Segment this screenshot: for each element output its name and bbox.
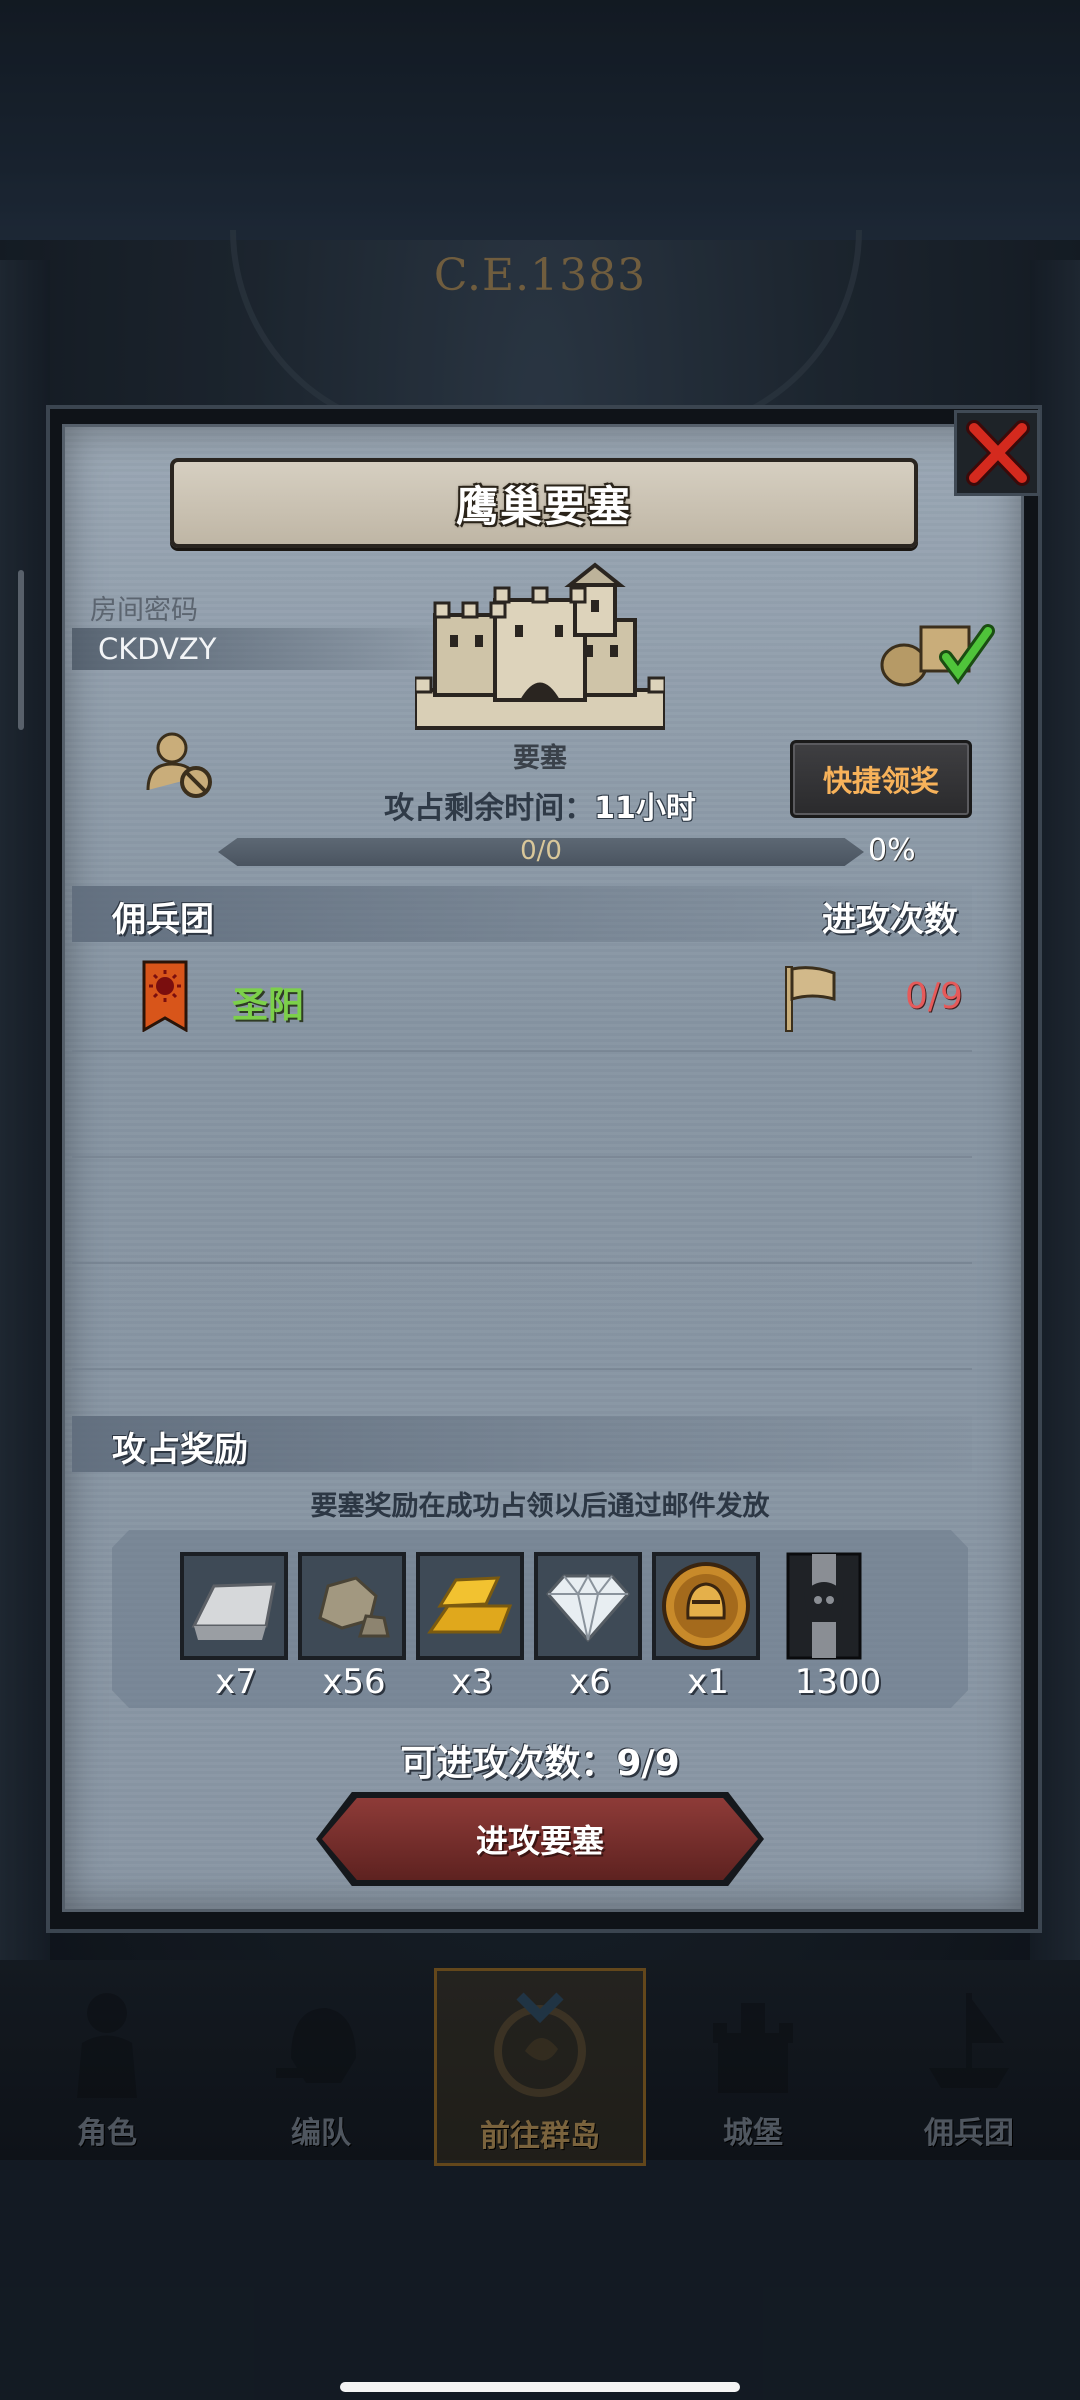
reward-item-diamond[interactable] — [534, 1552, 642, 1660]
close-button[interactable] — [954, 410, 1040, 496]
top-background — [0, 0, 1080, 240]
capture-timer: 攻占剩余时间：11小时 — [0, 783, 1080, 827]
mercenary-row-empty — [72, 1264, 972, 1370]
attack-flag-icon — [785, 966, 836, 1032]
close-icon — [966, 420, 1030, 486]
attack-count-header: 进攻次数 — [822, 900, 958, 940]
reward-qty: x3 — [451, 1662, 493, 1702]
era-label: C.E.1383 — [433, 250, 647, 301]
loot-claimed-icon[interactable] — [876, 617, 996, 687]
nav-tab-mercenary[interactable]: 佣兵团 — [866, 1968, 1072, 2160]
capture-timer-label: 攻占剩余时间： — [384, 791, 595, 826]
reward-item-helmet-coin[interactable] — [652, 1552, 760, 1660]
gold-bars-icon — [420, 1556, 520, 1656]
left-side-panel — [0, 260, 50, 1960]
nav-tab-character[interactable]: 角色 — [4, 1968, 210, 2160]
reward-item-silver[interactable] — [180, 1552, 288, 1660]
diamond-icon — [538, 1556, 638, 1656]
capture-timer-value: 11小时 — [594, 791, 696, 826]
silver-ingot-icon — [184, 1556, 284, 1656]
knight-helmet-coin-icon — [656, 1556, 756, 1656]
guild-banner-icon — [142, 960, 188, 1032]
nav-tab-formation[interactable]: 编队 — [218, 1968, 424, 2160]
reward-qty: x6 — [569, 1662, 611, 1702]
mercenary-ship-icon — [929, 1993, 1009, 2088]
nav-tab-islands[interactable]: 前往群岛 — [434, 1968, 646, 2166]
attack-fortress-label: 进攻要塞 — [475, 1822, 604, 1860]
mercenary-name: 圣阳 — [232, 985, 305, 1026]
reward-qty: 1300 — [794, 1662, 882, 1702]
islands-compass-icon — [494, 1992, 586, 2097]
reward-note: 要塞奖励在成功占领以后通过邮件发放 — [310, 1491, 770, 1522]
nav-label: 城堡 — [723, 2116, 783, 2151]
mercenary-attack-count: 0/9 — [905, 976, 963, 1017]
castle-icon — [713, 2003, 793, 2093]
home-indicator[interactable] — [340, 2382, 740, 2392]
nav-label: 角色 — [77, 2116, 137, 2151]
stone-ore-icon — [302, 1556, 402, 1656]
room-password-label: 房间密码 — [90, 595, 198, 626]
reward-qty: x7 — [215, 1662, 257, 1702]
nav-tab-castle[interactable]: 城堡 — [650, 1968, 856, 2160]
reward-item-stone[interactable] — [298, 1552, 406, 1660]
reward-item-gold[interactable] — [416, 1552, 524, 1660]
attack-fortress-button[interactable]: 进攻要塞 — [322, 1798, 758, 1880]
nav-label: 佣兵团 — [924, 2116, 1014, 2151]
fortress-castle-icon — [415, 562, 665, 730]
nav-label: 前往群岛 — [480, 2119, 600, 2154]
dialog-title-banner: 鹰巢要塞 — [170, 458, 918, 548]
reward-qty: x1 — [687, 1662, 729, 1702]
remaining-attempts: 可进攻次数：9/9 — [400, 1743, 680, 1784]
nav-label: 编队 — [291, 2116, 351, 2151]
war-banner-icon — [786, 1552, 862, 1660]
knight-character-icon — [77, 1993, 137, 2098]
dialog-title: 鹰巢要塞 — [455, 481, 632, 531]
mercenary-row-empty — [72, 1158, 972, 1264]
mercenary-row-empty — [72, 1052, 972, 1158]
reward-item-banner[interactable] — [784, 1552, 864, 1660]
scroll-indicator[interactable] — [18, 570, 24, 730]
mercenary-section-title: 佣兵团 — [112, 900, 214, 940]
capture-progress-percent: 0% — [868, 833, 916, 868]
formation-helmet-icon — [276, 2008, 356, 2083]
reward-section-title: 攻占奖励 — [112, 1430, 248, 1470]
room-password-code[interactable]: CKDVZY — [98, 632, 217, 666]
capture-progress-text: 0/0 — [520, 836, 562, 866]
reward-qty: x56 — [322, 1662, 386, 1702]
